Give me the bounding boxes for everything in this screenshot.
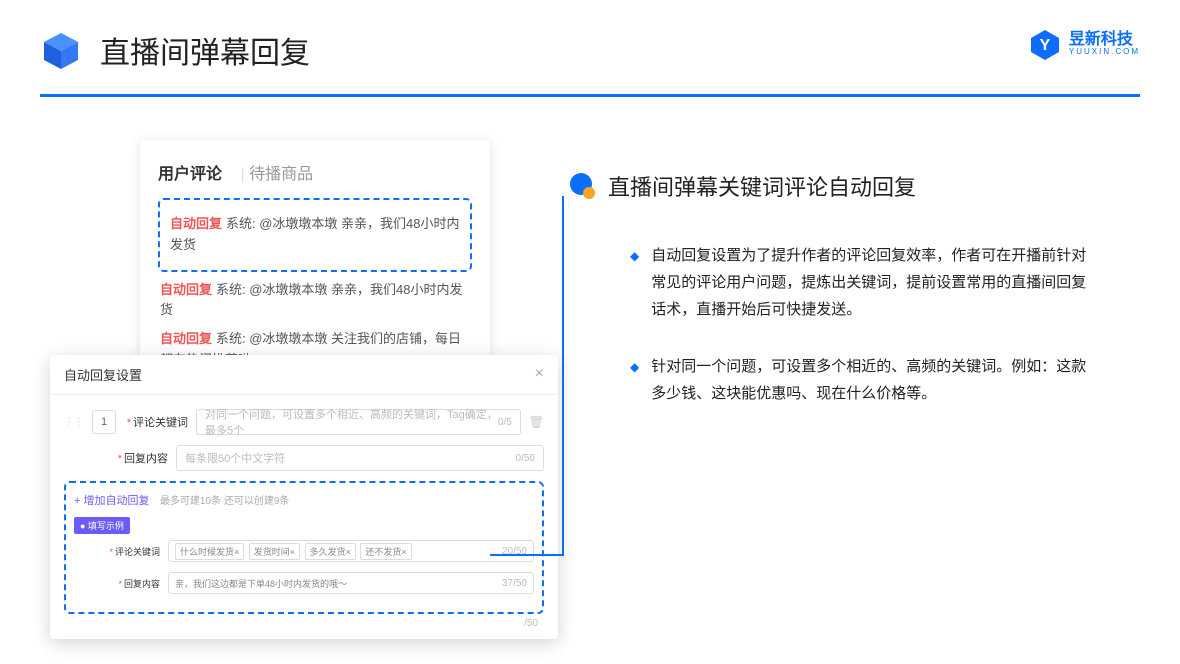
- tab-user-comments[interactable]: 用户评论: [158, 160, 222, 184]
- keyword-tag[interactable]: 什么时候发货×: [175, 543, 244, 560]
- example-block: + 增加自动回复 最多可建10条 还可以创建9条 ● 填写示例 *评论关键词 什…: [64, 481, 544, 614]
- auto-reply-line: 自动回复系统: @冰墩墩本墩 亲亲，我们48小时内发货: [170, 214, 460, 256]
- form-row-keyword: ⋮⋮ 1 *评论关键词 对同一个问题，可设置多个相近、高频的关键词，Tag确定，…: [64, 409, 544, 435]
- auto-reply-badge: 自动回复: [160, 331, 212, 346]
- divider: [40, 94, 1140, 97]
- diamond-icon: ◆: [630, 357, 639, 407]
- example-keyword-input[interactable]: 什么时候发货× 发货时间× 多久发货× 还不发货× 20/50: [168, 540, 534, 562]
- auto-reply-line: 自动回复系统: @冰墩墩本墩 亲亲，我们48小时内发货: [160, 280, 470, 322]
- auto-reply-badge: 自动回复: [170, 216, 222, 231]
- subsection-title: 直播间弹幕关键词评论自动回复: [608, 170, 916, 202]
- drag-icon[interactable]: ⋮⋮: [64, 417, 84, 428]
- settings-panel: 自动回复设置 × ⋮⋮ 1 *评论关键词 对同一个问题，可设置多个相近、高频的关…: [50, 355, 558, 639]
- outer-count: /50: [64, 614, 544, 633]
- paragraph: ◆ 自动回复设置为了提升作者的评论回复效率，作者可在开播前针对常见的评论用户问题…: [570, 242, 1130, 323]
- settings-title: 自动回复设置: [64, 365, 142, 384]
- keyword-tag[interactable]: 发货时间×: [249, 543, 300, 560]
- bullet-icon: [570, 173, 596, 199]
- content-input[interactable]: 每条限50个中文字符 0/50: [176, 445, 544, 471]
- keyword-tag[interactable]: 还不发货×: [360, 543, 411, 560]
- form-row-content: *回复内容 每条限50个中文字符 0/50: [64, 445, 544, 471]
- connector-line: [490, 196, 564, 556]
- brand-name-en: YUUXIN.COM: [1069, 48, 1140, 56]
- keyword-input[interactable]: 对同一个问题，可设置多个相近、高频的关键词，Tag确定，最多5个 0/5: [196, 409, 521, 435]
- settings-header: 自动回复设置 ×: [50, 355, 558, 395]
- order-number: 1: [92, 410, 116, 434]
- auto-reply-badge: 自动回复: [160, 282, 212, 297]
- brand-block: Y 昱新科技 YUUXIN.COM: [1029, 28, 1140, 60]
- keyword-tag[interactable]: 多久发货×: [305, 543, 356, 560]
- example-content-input[interactable]: 亲，我们这边都是下单48小时内发货的哦～ 37/50: [168, 572, 534, 594]
- add-hint: 最多可建10条 还可以创建9条: [160, 496, 289, 507]
- page-header: 直播间弹幕回复: [0, 0, 1180, 72]
- tabs: 用户评论 | 待播商品: [158, 160, 472, 184]
- brand-icon: Y: [1029, 28, 1061, 60]
- description-section: 直播间弹幕关键词评论自动回复 ◆ 自动回复设置为了提升作者的评论回复效率，作者可…: [570, 170, 1130, 437]
- cube-icon: [40, 29, 82, 71]
- example-content-row: *回复内容 亲，我们这边都是下单48小时内发货的哦～ 37/50: [74, 572, 534, 594]
- page-title: 直播间弹幕回复: [100, 28, 310, 72]
- example-badge: ● 填写示例: [74, 517, 130, 534]
- paragraph: ◆ 针对同一个问题，可设置多个相近的、高频的关键词。例如：这款多少钱、这块能优惠…: [570, 353, 1130, 407]
- highlighted-reply: 自动回复系统: @冰墩墩本墩 亲亲，我们48小时内发货: [158, 198, 472, 272]
- example-keyword-row: *评论关键词 什么时候发货× 发货时间× 多久发货× 还不发货× 20/50: [74, 540, 534, 562]
- diamond-icon: ◆: [630, 246, 639, 323]
- brand-name-cn: 昱新科技: [1069, 32, 1140, 48]
- svg-text:Y: Y: [1040, 37, 1051, 54]
- subsection-header: 直播间弹幕关键词评论自动回复: [570, 170, 1130, 202]
- tab-pending-goods[interactable]: 待播商品: [249, 160, 313, 184]
- add-auto-reply-link[interactable]: + 增加自动回复: [74, 492, 149, 508]
